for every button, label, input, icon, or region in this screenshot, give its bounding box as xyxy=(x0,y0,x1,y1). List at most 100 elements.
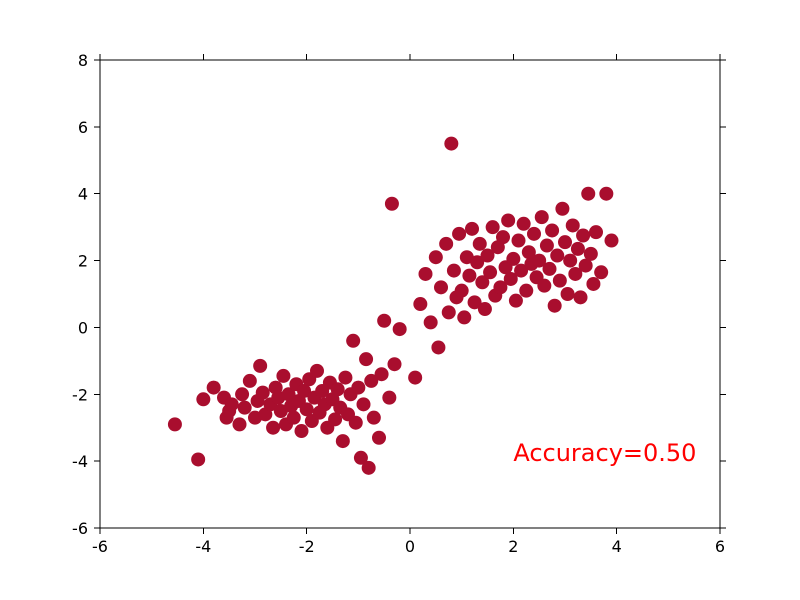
x-tick-label: -4 xyxy=(195,537,211,556)
data-point xyxy=(555,202,569,216)
data-point xyxy=(362,461,376,475)
data-point xyxy=(349,416,363,430)
data-point xyxy=(431,340,445,354)
chart-svg: -6-4-20246-6-4-202468Accuracy=0.50 xyxy=(0,0,800,600)
data-point xyxy=(519,284,533,298)
x-tick-label: 6 xyxy=(715,537,725,556)
data-point xyxy=(527,227,541,241)
data-point xyxy=(331,382,345,396)
data-point xyxy=(548,299,562,313)
data-point xyxy=(535,210,549,224)
data-point xyxy=(586,277,600,291)
data-point xyxy=(512,234,526,248)
data-point xyxy=(537,279,551,293)
x-tick-label: 2 xyxy=(508,537,518,556)
data-point xyxy=(276,369,290,383)
data-point xyxy=(168,417,182,431)
data-point xyxy=(561,287,575,301)
data-point xyxy=(496,230,510,244)
data-point xyxy=(452,227,466,241)
data-point xyxy=(338,371,352,385)
data-point xyxy=(419,267,433,281)
data-point xyxy=(442,305,456,319)
data-point xyxy=(295,424,309,438)
data-point xyxy=(351,381,365,395)
data-point xyxy=(478,302,492,316)
y-tick-label: -6 xyxy=(72,519,88,538)
y-tick-label: 2 xyxy=(78,252,88,271)
data-point xyxy=(581,187,595,201)
data-point xyxy=(486,220,500,234)
data-point xyxy=(413,297,427,311)
data-point xyxy=(462,269,476,283)
data-point xyxy=(385,197,399,211)
data-point xyxy=(594,265,608,279)
data-point xyxy=(266,421,280,435)
data-point xyxy=(375,367,389,381)
data-point xyxy=(243,374,257,388)
accuracy-annotation: Accuracy=0.50 xyxy=(513,439,696,467)
data-point xyxy=(550,249,564,263)
data-point xyxy=(225,397,239,411)
data-point xyxy=(253,359,267,373)
data-point xyxy=(501,213,515,227)
data-point xyxy=(455,284,469,298)
data-point xyxy=(238,401,252,415)
data-point xyxy=(545,223,559,237)
scatter-chart: -6-4-20246-6-4-202468Accuracy=0.50 xyxy=(0,0,800,600)
data-point xyxy=(553,274,567,288)
y-tick-label: -4 xyxy=(72,452,88,471)
data-point xyxy=(434,280,448,294)
data-point xyxy=(473,237,487,251)
x-tick-label: 4 xyxy=(612,537,622,556)
data-point xyxy=(256,386,270,400)
y-tick-label: -2 xyxy=(72,385,88,404)
data-point xyxy=(584,247,598,261)
data-point xyxy=(483,265,497,279)
data-point xyxy=(506,252,520,266)
data-point xyxy=(517,217,531,231)
data-point xyxy=(571,242,585,256)
data-point xyxy=(346,334,360,348)
data-point xyxy=(444,137,458,151)
data-point xyxy=(605,234,619,248)
y-tick-label: 4 xyxy=(78,185,88,204)
data-point xyxy=(235,387,249,401)
data-point xyxy=(439,237,453,251)
data-point xyxy=(207,381,221,395)
data-point xyxy=(377,314,391,328)
y-tick-label: 6 xyxy=(78,118,88,137)
data-point xyxy=(367,411,381,425)
data-point xyxy=(359,352,373,366)
data-point xyxy=(287,411,301,425)
data-point xyxy=(599,187,613,201)
x-tick-label: 0 xyxy=(405,537,415,556)
data-point xyxy=(233,417,247,431)
data-point xyxy=(589,225,603,239)
data-point xyxy=(457,310,471,324)
data-point xyxy=(563,254,577,268)
x-tick-label: -2 xyxy=(299,537,315,556)
data-point xyxy=(429,250,443,264)
data-point xyxy=(447,264,461,278)
data-point xyxy=(566,218,580,232)
x-tick-label: -6 xyxy=(92,537,108,556)
data-point xyxy=(465,222,479,236)
data-point xyxy=(382,391,396,405)
data-point xyxy=(543,262,557,276)
data-point xyxy=(509,294,523,308)
data-point xyxy=(408,371,422,385)
data-point xyxy=(336,434,350,448)
data-point xyxy=(372,431,386,445)
data-point xyxy=(196,392,210,406)
data-point xyxy=(388,357,402,371)
data-point xyxy=(574,290,588,304)
data-point xyxy=(576,229,590,243)
data-point xyxy=(310,364,324,378)
data-point xyxy=(393,322,407,336)
data-point xyxy=(424,315,438,329)
data-point xyxy=(357,397,371,411)
y-tick-label: 0 xyxy=(78,318,88,337)
data-point xyxy=(540,239,554,253)
data-point xyxy=(191,452,205,466)
